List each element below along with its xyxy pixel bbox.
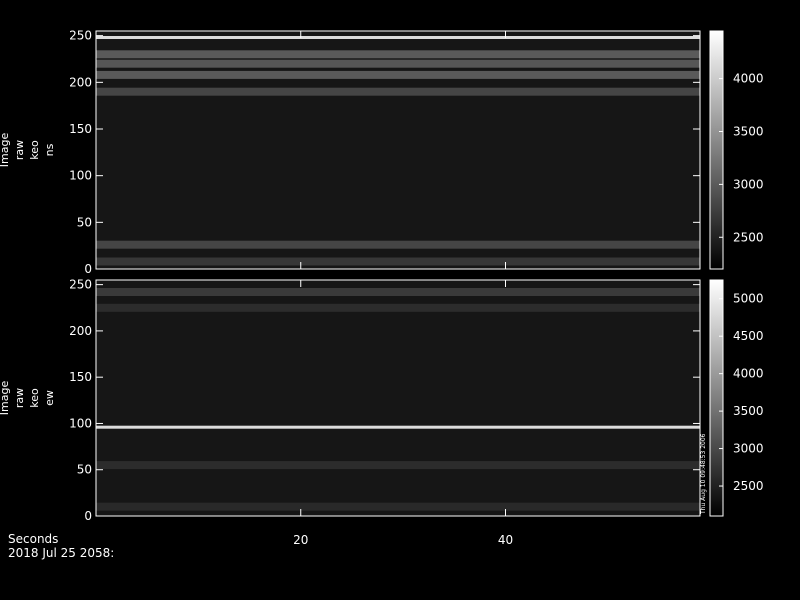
heatmap-background [96, 280, 700, 516]
colorbar-tick-label: 4500 [733, 329, 764, 343]
colorbar-tick-label: 4000 [733, 367, 764, 381]
y-tick-label: 100 [69, 416, 92, 430]
colorbar-tick-label: 3500 [733, 404, 764, 418]
keogram-figure: 050100150200250Image raw keo ns250030003500… [0, 29, 764, 547]
heatmap-band [96, 36, 700, 39]
colorbar [709, 279, 724, 517]
heatmap-band [96, 240, 700, 249]
heatmap-band [96, 70, 700, 79]
y-tick-label: 200 [69, 75, 92, 89]
y-tick-label: 250 [69, 29, 92, 43]
heatmap-band [96, 59, 700, 68]
colorbar [709, 30, 724, 270]
y-tick-label: 100 [69, 169, 92, 183]
date-label: 2018 Jul 25 2058: [8, 546, 115, 560]
y-tick-label: 0 [84, 509, 92, 523]
heatmap-band [96, 87, 700, 96]
y-axis-label: raw [13, 140, 26, 160]
timestamp-annotation: Thu Aug 10 09:48:53 2006 [700, 433, 707, 515]
y-axis-label: ns [43, 143, 56, 156]
colorbar-tick-label: 3500 [733, 124, 764, 138]
heatmap-band [96, 257, 700, 266]
y-tick-label: 250 [69, 278, 92, 292]
y-tick-label: 150 [69, 122, 92, 136]
colorbar-tick-label: 4000 [733, 72, 764, 86]
y-axis-label: Image [0, 133, 11, 168]
y-tick-label: 0 [84, 262, 92, 276]
y-axis-label: raw [13, 388, 26, 408]
chart-stage: 0 50 100 150 200 250 Image raw keo ns 2500 3000 3500… [0, 0, 800, 600]
colorbar-tick-label: 3000 [733, 177, 764, 191]
x-tick-label: 20 [293, 533, 308, 547]
y-axis-label: keo [28, 140, 41, 160]
colorbar-tick-label: 2500 [733, 230, 764, 244]
y-axis-label: keo [28, 388, 41, 408]
colorbar-tick-label: 2500 [733, 479, 764, 493]
colorbar-tick-label: 3000 [733, 442, 764, 456]
heatmap-band [96, 288, 700, 296]
heatmap-band [96, 303, 700, 312]
heatmap-band [96, 50, 700, 59]
heatmap-band [96, 502, 700, 511]
panel-1: 0 50 100 150 200 250 Image raw keo ns 2500 3000 3500… [0, 29, 764, 276]
colorbar-tick-label: 5000 [733, 292, 764, 306]
y-axis-label: Image [0, 381, 11, 416]
x-tick-label: 40 [498, 533, 513, 547]
heatmap-band [96, 461, 700, 470]
x-axis-title: Seconds [8, 532, 59, 546]
y-axis-label: ew [43, 390, 56, 406]
y-tick-label: 200 [69, 324, 92, 338]
panel-2: 0 50 100 150 200 250 Image raw keo ew 2500 3000 3500… [0, 278, 764, 523]
y-tick-label: 50 [77, 215, 92, 229]
y-tick-label: 150 [69, 370, 92, 384]
y-tick-label: 50 [77, 463, 92, 477]
heatmap-band [96, 425, 700, 429]
